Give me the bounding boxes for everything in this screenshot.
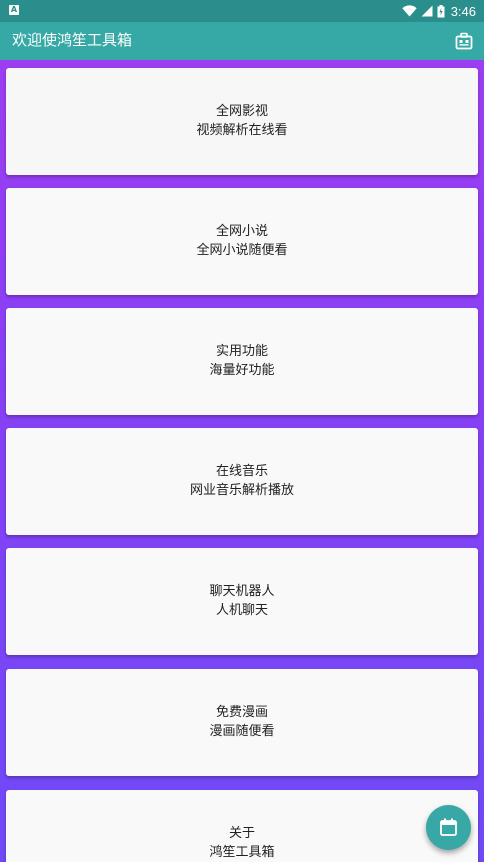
app-bar: 欢迎使鸿笙工具箱 [0,22,484,60]
calendar-icon [440,818,457,836]
card-music[interactable]: 在线音乐 网业音乐解析播放 [6,428,478,535]
card-video[interactable]: 全网影视 视频解析在线看 [6,68,478,175]
card-title: 关于 [228,826,255,841]
card-comics[interactable]: 免费漫画 漫画随便看 [6,669,478,776]
card-text: 在线音乐 网业音乐解析播放 [6,462,478,500]
card-text: 免费漫画 漫画随便看 [6,703,478,741]
status-time: 3:46 [450,3,476,19]
card-utilities[interactable]: 实用功能 海量好功能 [6,308,478,415]
card-text: 实用功能 海量好功能 [6,342,478,380]
card-about[interactable]: 关于 鸿笙工具箱 [6,790,478,862]
app-title: 欢迎使鸿笙工具箱 [12,31,133,49]
wifi-icon [401,5,417,17]
card-title: 聊天机器人 [209,584,275,599]
status-icons: 3:46 [401,2,476,20]
card-title: 全网影视 [215,104,268,119]
card-title: 免费漫画 [215,705,268,720]
signal-icon [421,5,433,17]
toolbox-icon [455,32,473,50]
card-text: 关于 鸿笙工具箱 [6,824,478,862]
battery-icon [437,4,445,17]
card-novel[interactable]: 全网小说 全网小说随便看 [6,188,478,295]
status-bar: A 3:46 [0,0,484,22]
card-subtitle: 全网小说随便看 [196,243,288,258]
card-subtitle: 鸿笙工具箱 [209,845,275,860]
card-subtitle: 海量好功能 [209,363,275,378]
card-title: 实用功能 [215,344,268,359]
card-subtitle: 人机聊天 [215,603,268,618]
card-text: 全网影视 视频解析在线看 [6,102,478,140]
card-subtitle: 漫画随便看 [209,724,275,739]
card-text: 聊天机器人 人机聊天 [6,582,478,620]
card-title: 全网小说 [215,224,268,239]
toolbox-button[interactable] [454,31,474,51]
screen: A 3:46 欢迎使鸿笙工具箱 全网影视 视频解析在线看 全网小说 全网小说随便… [0,0,484,862]
card-chatbot[interactable]: 聊天机器人 人机聊天 [6,548,478,655]
card-title: 在线音乐 [215,464,268,479]
card-text: 全网小说 全网小说随便看 [6,222,478,260]
calendar-fab-button[interactable] [426,805,471,850]
card-subtitle: 网业音乐解析播放 [189,483,294,498]
app-notification-icon: A [9,5,19,15]
card-subtitle: 视频解析在线看 [196,123,288,138]
